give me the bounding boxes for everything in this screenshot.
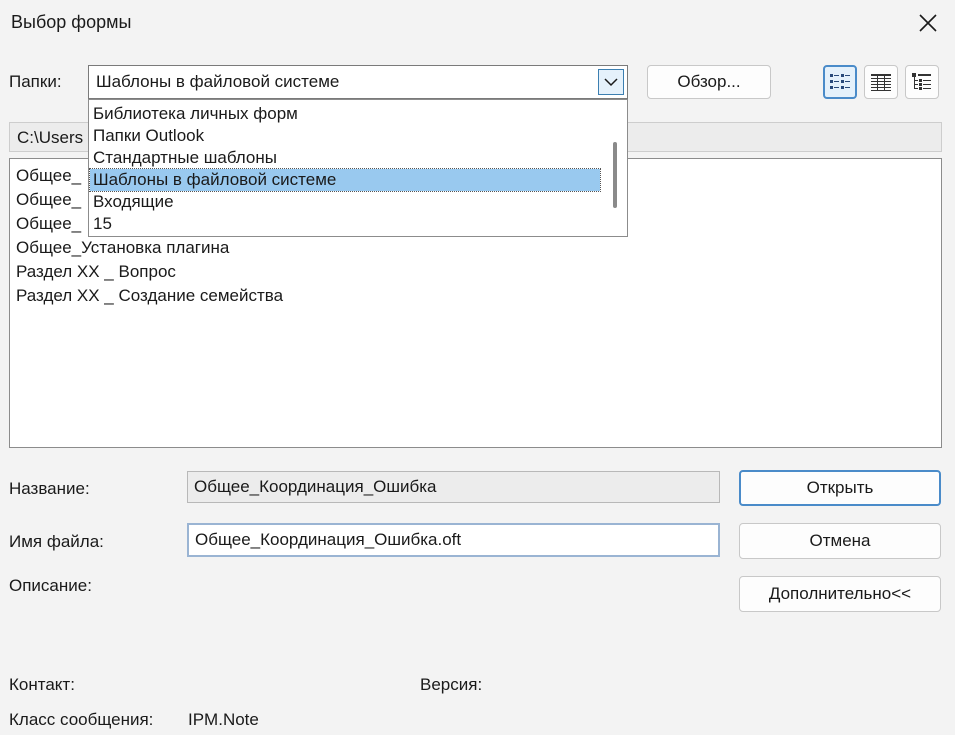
dropdown-option-selected[interactable]: Шаблоны в файловой системе: [89, 168, 601, 192]
folders-combobox[interactable]: Шаблоны в файловой системе: [88, 65, 628, 99]
contact-label: Контакт:: [9, 675, 75, 694]
list-item[interactable]: Общее_: [16, 188, 81, 212]
dropdown-option[interactable]: 15: [90, 213, 600, 235]
path-value: C:\Users: [17, 128, 84, 147]
description-label: Описание:: [9, 576, 92, 595]
list-item[interactable]: Общее_Установка плагина: [16, 236, 229, 260]
folders-label: Папки:: [9, 72, 62, 91]
dropdown-option[interactable]: Папки Outlook: [90, 125, 600, 147]
open-button[interactable]: Открыть: [739, 470, 941, 506]
close-button[interactable]: [911, 8, 945, 38]
tree-view-button[interactable]: [905, 65, 939, 99]
list-view-icon: [830, 74, 850, 89]
list-item[interactable]: Раздел XX _ Вопрос: [16, 260, 176, 284]
filename-label: Имя файла:: [9, 532, 104, 551]
window-title: Выбор формы: [11, 12, 132, 32]
title-bar: [0, 0, 955, 50]
cancel-button[interactable]: Отмена: [739, 523, 941, 559]
list-item[interactable]: Общее_: [16, 212, 81, 236]
folders-dropdown-button[interactable]: [598, 69, 624, 95]
tree-view-icon: [912, 73, 931, 90]
list-item[interactable]: Общее_: [16, 164, 81, 188]
close-icon: [919, 14, 937, 32]
filename-input[interactable]: Общее_Координация_Ошибка.oft: [187, 523, 720, 557]
chevron-down-icon: [604, 78, 618, 87]
name-label: Название:: [9, 479, 90, 498]
name-field: Общее_Координация_Ошибка: [187, 471, 720, 503]
message-class-label: Класс сообщения:: [9, 710, 154, 729]
message-class-value: IPM.Note: [188, 710, 259, 729]
details-view-icon: [871, 74, 891, 91]
dropdown-scrollbar[interactable]: [607, 102, 625, 234]
details-view-button[interactable]: [864, 65, 898, 99]
folders-dropdown-list[interactable]: Библиотека личных форм Папки Outlook Ста…: [88, 99, 628, 237]
scrollbar-thumb[interactable]: [613, 142, 617, 208]
dropdown-option[interactable]: Входящие: [90, 191, 600, 213]
browse-button[interactable]: Обзор...: [647, 65, 771, 99]
list-view-button[interactable]: [823, 65, 857, 99]
folders-selected-value: Шаблоны в файловой системе: [96, 72, 340, 91]
dropdown-option[interactable]: Стандартные шаблоны: [90, 147, 600, 169]
version-label: Версия:: [420, 675, 483, 694]
dropdown-option[interactable]: Библиотека личных форм: [90, 103, 600, 125]
advanced-button[interactable]: Дополнительно<<: [739, 576, 941, 612]
list-item[interactable]: Раздел XX _ Создание семейства: [16, 284, 283, 308]
